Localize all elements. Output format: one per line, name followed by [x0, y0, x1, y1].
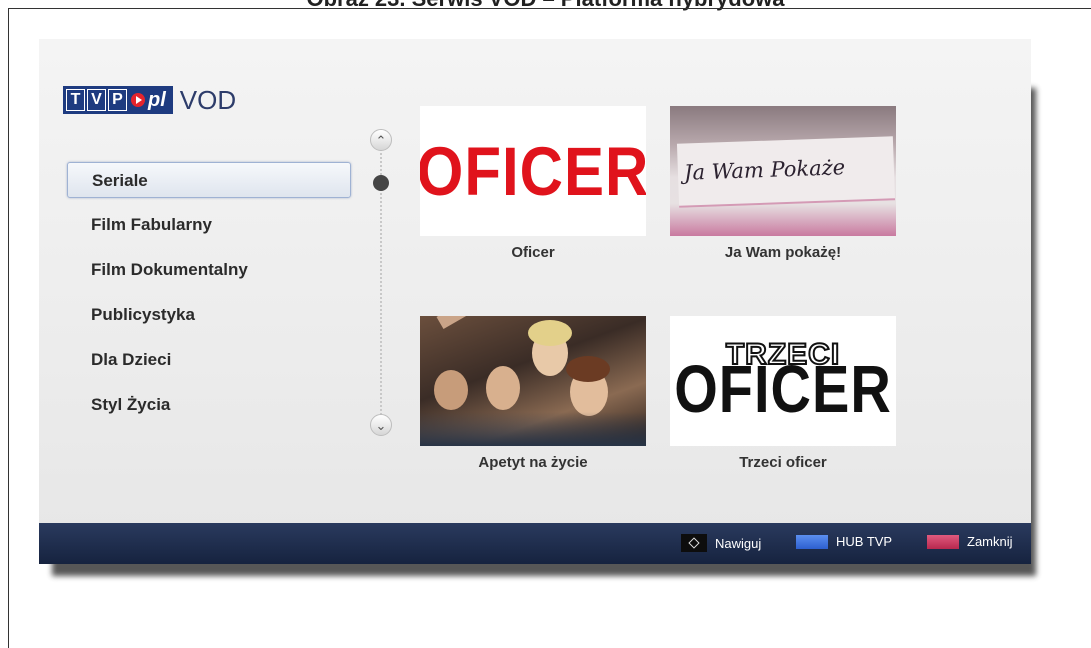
- hint-close[interactable]: Zamknij: [927, 534, 1013, 549]
- tile-trzeci-oficer[interactable]: OFICER TRZECI Trzeci oficer: [670, 316, 896, 471]
- logo-letter-v: V: [87, 89, 106, 111]
- hint-hub-tvp[interactable]: HUB TVP: [796, 534, 892, 549]
- scroll-thumb[interactable]: [373, 175, 389, 191]
- chevron-up-icon[interactable]: ⌃: [370, 129, 392, 151]
- photo-hair: [528, 320, 572, 346]
- footer-bar: Nawiguj HUB TVP Zamknij: [39, 523, 1031, 564]
- tile-title: Oficer: [511, 244, 555, 261]
- tile-oficer[interactable]: OFICER Oficer: [420, 106, 646, 261]
- tvp-logo-box: T V P pl: [63, 86, 173, 114]
- tv-screen: T V P pl VOD Seriale Film Fabularny Film…: [39, 39, 1031, 564]
- tile-title: Trzeci oficer: [739, 454, 827, 471]
- menu-item-styl-zycia[interactable]: Styl Życia: [67, 387, 351, 423]
- chevron-down-icon[interactable]: ⌄: [370, 414, 392, 436]
- photo-arm: [436, 316, 505, 330]
- menu-item-dla-dzieci[interactable]: Dla Dzieci: [67, 342, 351, 378]
- tile-thumbnail: [420, 316, 646, 446]
- tile-thumbnail: OFICER: [420, 106, 646, 236]
- photo-face: [486, 366, 520, 410]
- hint-navigate[interactable]: Nawiguj: [681, 534, 761, 552]
- play-dot-icon: [131, 93, 145, 107]
- hint-label: Zamknij: [967, 534, 1013, 549]
- tvp-vod-logo: T V P pl VOD: [63, 85, 236, 115]
- hint-label: Nawiguj: [715, 535, 762, 551]
- photo-shade: [420, 412, 646, 446]
- logo-pl: pl: [148, 88, 166, 111]
- scroll-track[interactable]: [380, 149, 382, 429]
- tile-thumbnail: OFICER TRZECI: [670, 316, 896, 446]
- tile-title: Apetyt na życie: [478, 454, 588, 471]
- menu-item-film-dokumentalny[interactable]: Film Dokumentalny: [67, 252, 351, 288]
- logo-letter-t: T: [66, 89, 85, 111]
- category-menu: Seriale Film Fabularny Film Dokumentalny…: [67, 162, 351, 432]
- photo-hair: [566, 356, 610, 382]
- logo-vod-text: VOD: [179, 84, 237, 115]
- menu-item-seriale[interactable]: Seriale: [67, 162, 351, 198]
- red-key-icon: [927, 534, 959, 549]
- tile-title: Ja Wam pokażę!: [724, 244, 842, 261]
- tile-apetyt-na-zycie[interactable]: Apetyt na życie: [420, 316, 646, 471]
- menu-item-film-fabularny[interactable]: Film Fabularny: [67, 207, 351, 243]
- hint-label: HUB TVP: [836, 534, 893, 549]
- tile-thumbnail: Ja Wam Pokaże: [670, 106, 896, 236]
- nav-key-icon: [681, 534, 707, 552]
- oficer-title-art: OFICER: [420, 132, 646, 210]
- blue-key-icon: [796, 534, 828, 549]
- logo-letter-p: P: [108, 89, 127, 111]
- menu-item-publicystyka[interactable]: Publicystyka: [67, 297, 351, 333]
- tile-ja-wam-pokaze[interactable]: Ja Wam Pokaże Ja Wam pokażę!: [670, 106, 896, 261]
- trzeci-oficer-top-art: TRZECI: [725, 337, 841, 372]
- photo-face: [434, 370, 468, 410]
